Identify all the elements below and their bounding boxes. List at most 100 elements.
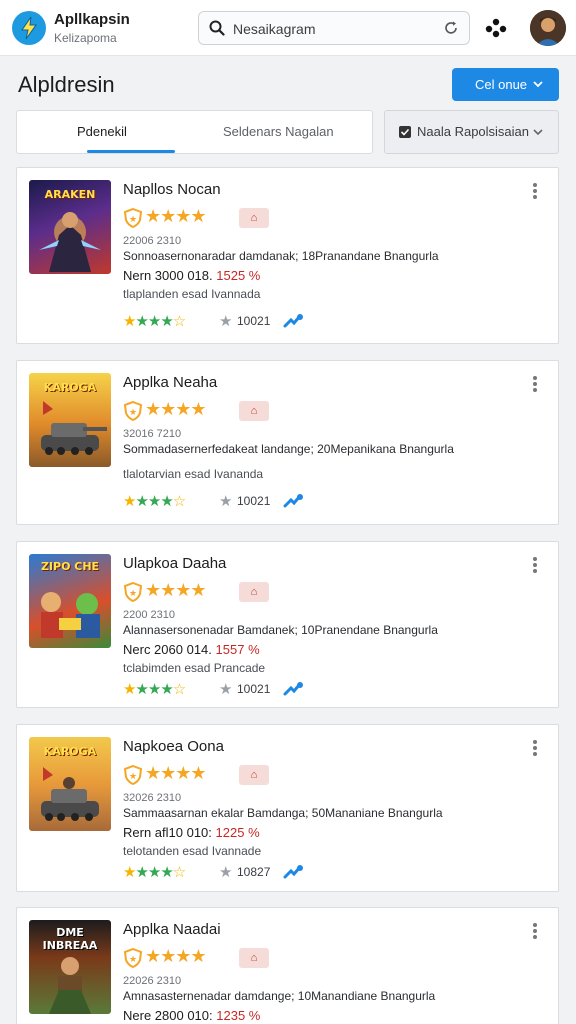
status-badge-icon: ⌂: [239, 582, 269, 602]
app-price: Rern afl10 010: 1225 %: [123, 825, 260, 840]
thumbnail-title: ZIPO CHE: [40, 560, 100, 573]
status-badge-icon: ⌂: [239, 948, 269, 968]
more-vertical-icon[interactable]: [532, 375, 538, 393]
review-count: 10021: [237, 682, 271, 696]
app-card[interactable]: ARAKEN Napllos Nocan ★ ★★★★ ⌂ 22006 2310…: [16, 167, 559, 344]
shield-icon: ★: [123, 401, 143, 421]
more-vertical-icon[interactable]: [532, 922, 538, 940]
price-percent: 1525 %: [216, 268, 261, 283]
app-version: 2200 2310: [123, 609, 175, 621]
app-description: Sommadasernerfedakeat landange; 20Mepani…: [123, 442, 454, 456]
user-rating-icon: ★★★★☆: [123, 863, 186, 881]
app-card[interactable]: DME INBREAA Applka Naadai ★ ★★★★ ⌂ 22026…: [16, 907, 559, 1024]
svg-text:★: ★: [129, 589, 137, 599]
app-title[interactable]: Napkoea Oona: [123, 738, 224, 755]
price-percent: 1225 %: [215, 825, 260, 840]
app-price: Nere 2800 010: 1235 %: [123, 1008, 260, 1023]
review-count: 10021: [237, 494, 271, 508]
more-vertical-icon[interactable]: [532, 556, 538, 574]
active-tab-indicator: [87, 150, 175, 153]
thumbnail-title: KAROGA: [43, 745, 97, 758]
app-logo[interactable]: [12, 11, 46, 45]
chevron-down-icon: [533, 129, 543, 136]
app-thumbnail[interactable]: KAROGA: [29, 373, 111, 467]
svg-text:★: ★: [129, 215, 137, 225]
review-count: 10827: [237, 865, 271, 879]
price-value: Nern 3000 018.: [123, 268, 213, 283]
app-thumbnail[interactable]: KAROGA: [29, 737, 111, 831]
thumbnail-title: KAROGA: [43, 381, 97, 394]
search-input[interactable]: Nesaikagram: [233, 21, 315, 37]
app-subtext: tlalotarvian esad Ivananda: [123, 467, 264, 481]
share-icon[interactable]: [283, 864, 303, 880]
app-thumbnail[interactable]: ZIPO CHE: [29, 554, 111, 648]
star-rating-icon: ★★★★: [145, 206, 207, 227]
app-price: Nern 3000 018. 1525 %: [123, 268, 260, 283]
app-subtitle: Kelizapoma: [54, 31, 117, 45]
app-description: Sammaasarnan ekalar Bamdanga; 50Mananian…: [123, 806, 443, 820]
app-thumbnail[interactable]: DME INBREAA: [29, 920, 111, 1014]
search-box[interactable]: Nesaikagram: [198, 11, 470, 45]
share-icon[interactable]: [283, 681, 303, 697]
filter-checkbox[interactable]: [399, 126, 411, 138]
filter-label: Naala Rapolsisaian: [417, 124, 530, 139]
app-card[interactable]: KAROGA Napkoea Oona ★ ★★★★ ⌂ 32026 2310 …: [16, 724, 559, 892]
star-icon: ★: [219, 863, 233, 881]
app-title[interactable]: Napllos Nocan: [123, 181, 221, 198]
app-card[interactable]: KAROGA Applka Neaha ★ ★★★★ ⌂ 32016 7210 …: [16, 360, 559, 525]
tab-seldenars-nagalan[interactable]: Seldenars Nagalan: [223, 124, 334, 139]
app-name: Apllkapsin: [54, 11, 130, 28]
apps-icon[interactable]: [484, 17, 508, 39]
share-icon[interactable]: [283, 313, 303, 329]
review-count: 10021: [237, 314, 271, 328]
share-icon[interactable]: [283, 493, 303, 509]
app-thumbnail[interactable]: ARAKEN: [29, 180, 111, 274]
tab-pdenekil[interactable]: Pdenekil: [77, 124, 127, 139]
shield-icon: ★: [123, 765, 143, 785]
shield-icon: ★: [123, 582, 143, 602]
primary-dropdown-button[interactable]: Cel onue: [452, 68, 559, 101]
app-description: Sonnoasernonaradar damdanak; 18Pranandan…: [123, 249, 439, 263]
app-description: Alannasersonenadar Bamdanek; 10Pranendan…: [123, 623, 438, 637]
star-icon: ★: [219, 312, 233, 330]
app-title[interactable]: Ulapkoa Daaha: [123, 555, 226, 572]
app-title[interactable]: Applka Naadai: [123, 921, 221, 938]
user-avatar-icon: [530, 10, 566, 46]
app-description: Amnasasternenadar damdange; 10Manandiane…: [123, 989, 436, 1003]
app-title[interactable]: Applka Neaha: [123, 374, 217, 391]
app-price: Nerc 2060 014. 1557 %: [123, 642, 260, 657]
star-rating-icon: ★★★★: [145, 399, 207, 420]
top-bar: Apllkapsin Kelizapoma Nesaikagram: [0, 0, 576, 56]
more-vertical-icon[interactable]: [532, 182, 538, 200]
svg-text:★: ★: [129, 955, 137, 965]
thumbnail-title: ARAKEN: [44, 188, 96, 201]
price-value: Nere 2800 010:: [123, 1008, 213, 1023]
price-percent: 1235 %: [216, 1008, 261, 1023]
star-icon: ★: [219, 680, 233, 698]
star-rating-icon: ★★★★: [145, 763, 207, 784]
app-subtext: tlaplanden esad Ivannada: [123, 287, 261, 301]
star-rating-icon: ★★★★: [145, 946, 207, 967]
status-badge-icon: ⌂: [239, 401, 269, 421]
app-card[interactable]: ZIPO CHE Ulapkoa Daaha ★ ★★★★ ⌂ 2200 231…: [16, 541, 559, 708]
more-vertical-icon[interactable]: [532, 739, 538, 757]
filter-dropdown[interactable]: Naala Rapolsisaian: [384, 110, 559, 154]
page-title: Alpldresin: [18, 72, 115, 97]
svg-text:★: ★: [129, 408, 137, 418]
app-subtext: tclabimden esad Prancade: [123, 661, 266, 675]
star-icon: ★: [219, 492, 233, 510]
user-rating-icon: ★★★★☆: [123, 492, 186, 510]
refresh-icon[interactable]: [443, 20, 459, 36]
primary-button-label: Cel onue: [475, 77, 528, 92]
price-value: Nerc 2060 014.: [123, 642, 212, 657]
price-value: Rern afl10 010:: [123, 825, 212, 840]
app-version: 22006 2310: [123, 235, 182, 247]
app-version: 32026 2310: [123, 792, 182, 804]
shield-icon: ★: [123, 208, 143, 228]
avatar[interactable]: [530, 10, 566, 46]
search-icon: [209, 20, 225, 36]
svg-text:★: ★: [129, 772, 137, 782]
status-badge-icon: ⌂: [239, 765, 269, 785]
app-version: 22026 2310: [123, 975, 182, 987]
shield-icon: ★: [123, 948, 143, 968]
